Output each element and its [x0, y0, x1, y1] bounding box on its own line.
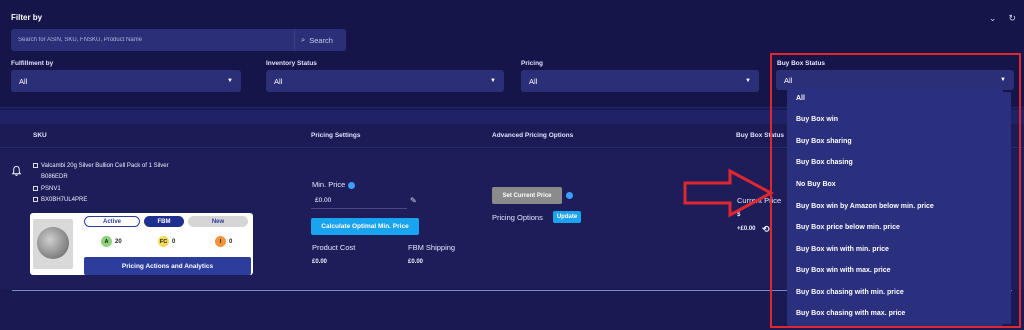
- panel-controls: ⌄ ↻: [977, 13, 1016, 24]
- badge-a: A 20: [101, 236, 122, 247]
- status-badge-active: Active: [84, 216, 140, 227]
- arrow-right-icon: [683, 168, 775, 218]
- set-current-price-button[interactable]: Set Current Price: [492, 187, 562, 204]
- search-box: ⌕ Search: [11, 29, 346, 51]
- filter-title: Filter by: [11, 13, 43, 22]
- search-input[interactable]: [11, 29, 285, 51]
- pricing-value: All: [529, 76, 538, 86]
- bell-icon[interactable]: [11, 165, 22, 177]
- min-price-input[interactable]: [311, 193, 407, 209]
- product-image[interactable]: [33, 219, 73, 269]
- caret-down-icon: ▼: [490, 78, 496, 84]
- min-price-label: Min. Price: [312, 180, 356, 189]
- inventory-label: Inventory Status: [266, 60, 317, 67]
- search-button[interactable]: ⌕ Search: [294, 29, 346, 51]
- pricing-options-label: Pricing Options: [492, 213, 543, 222]
- header-advanced-pricing: Advanced Pricing Options: [492, 132, 574, 139]
- header-pricing-settings: Pricing Settings: [311, 132, 361, 139]
- search-button-label: Search: [309, 35, 333, 45]
- product-asin: B086EDR: [41, 174, 68, 180]
- product-cost-label: Product Cost: [312, 243, 356, 252]
- fulfillment-value: All: [19, 76, 28, 86]
- status-badge-fbm: FBM: [144, 216, 184, 227]
- fbm-shipping-label: FBM Shipping: [408, 243, 456, 252]
- status-badge-new: New: [188, 216, 248, 227]
- product-fnsku: BX0BH7UL4PRE: [33, 197, 87, 203]
- current-price-shipping: +£0.00: [737, 226, 756, 232]
- calculate-min-price-button[interactable]: Calculate Optimal Min. Price: [311, 218, 419, 235]
- highlight-box: [770, 53, 1021, 328]
- collapse-chevron-icon[interactable]: ⌄: [989, 13, 997, 23]
- caret-down-icon: ▼: [745, 78, 751, 84]
- product-sku: PSNV1: [33, 186, 61, 192]
- pricing-label: Pricing: [521, 60, 544, 67]
- fulfillment-label: Fulfillment by: [11, 60, 54, 67]
- info-icon[interactable]: [348, 181, 356, 189]
- fulfillment-select[interactable]: All ▼: [11, 70, 241, 92]
- badge-i: I0: [215, 236, 232, 247]
- inventory-value: All: [274, 76, 283, 86]
- caret-down-icon: ▼: [227, 78, 233, 84]
- info-icon[interactable]: [566, 192, 573, 199]
- pricing-select[interactable]: All ▼: [521, 70, 759, 92]
- update-button[interactable]: Update: [553, 211, 581, 223]
- fbm-shipping-value: £0.00: [408, 259, 424, 265]
- product-title[interactable]: Valcambi 20g Silver Bullion Cell Pack of…: [33, 163, 169, 169]
- pricing-actions-button[interactable]: Pricing Actions and Analytics: [84, 257, 251, 275]
- header-sku: SKU: [33, 132, 47, 139]
- search-icon: ⌕: [301, 35, 306, 44]
- refresh-icon[interactable]: ↻: [1008, 13, 1016, 23]
- product-cost-value: £0.00: [312, 259, 328, 265]
- badge-fc: FC 0: [158, 236, 175, 247]
- pencil-icon[interactable]: ✎: [410, 196, 417, 205]
- inventory-select[interactable]: All ▼: [266, 70, 504, 92]
- repricer-icon[interactable]: ⟲: [762, 224, 770, 235]
